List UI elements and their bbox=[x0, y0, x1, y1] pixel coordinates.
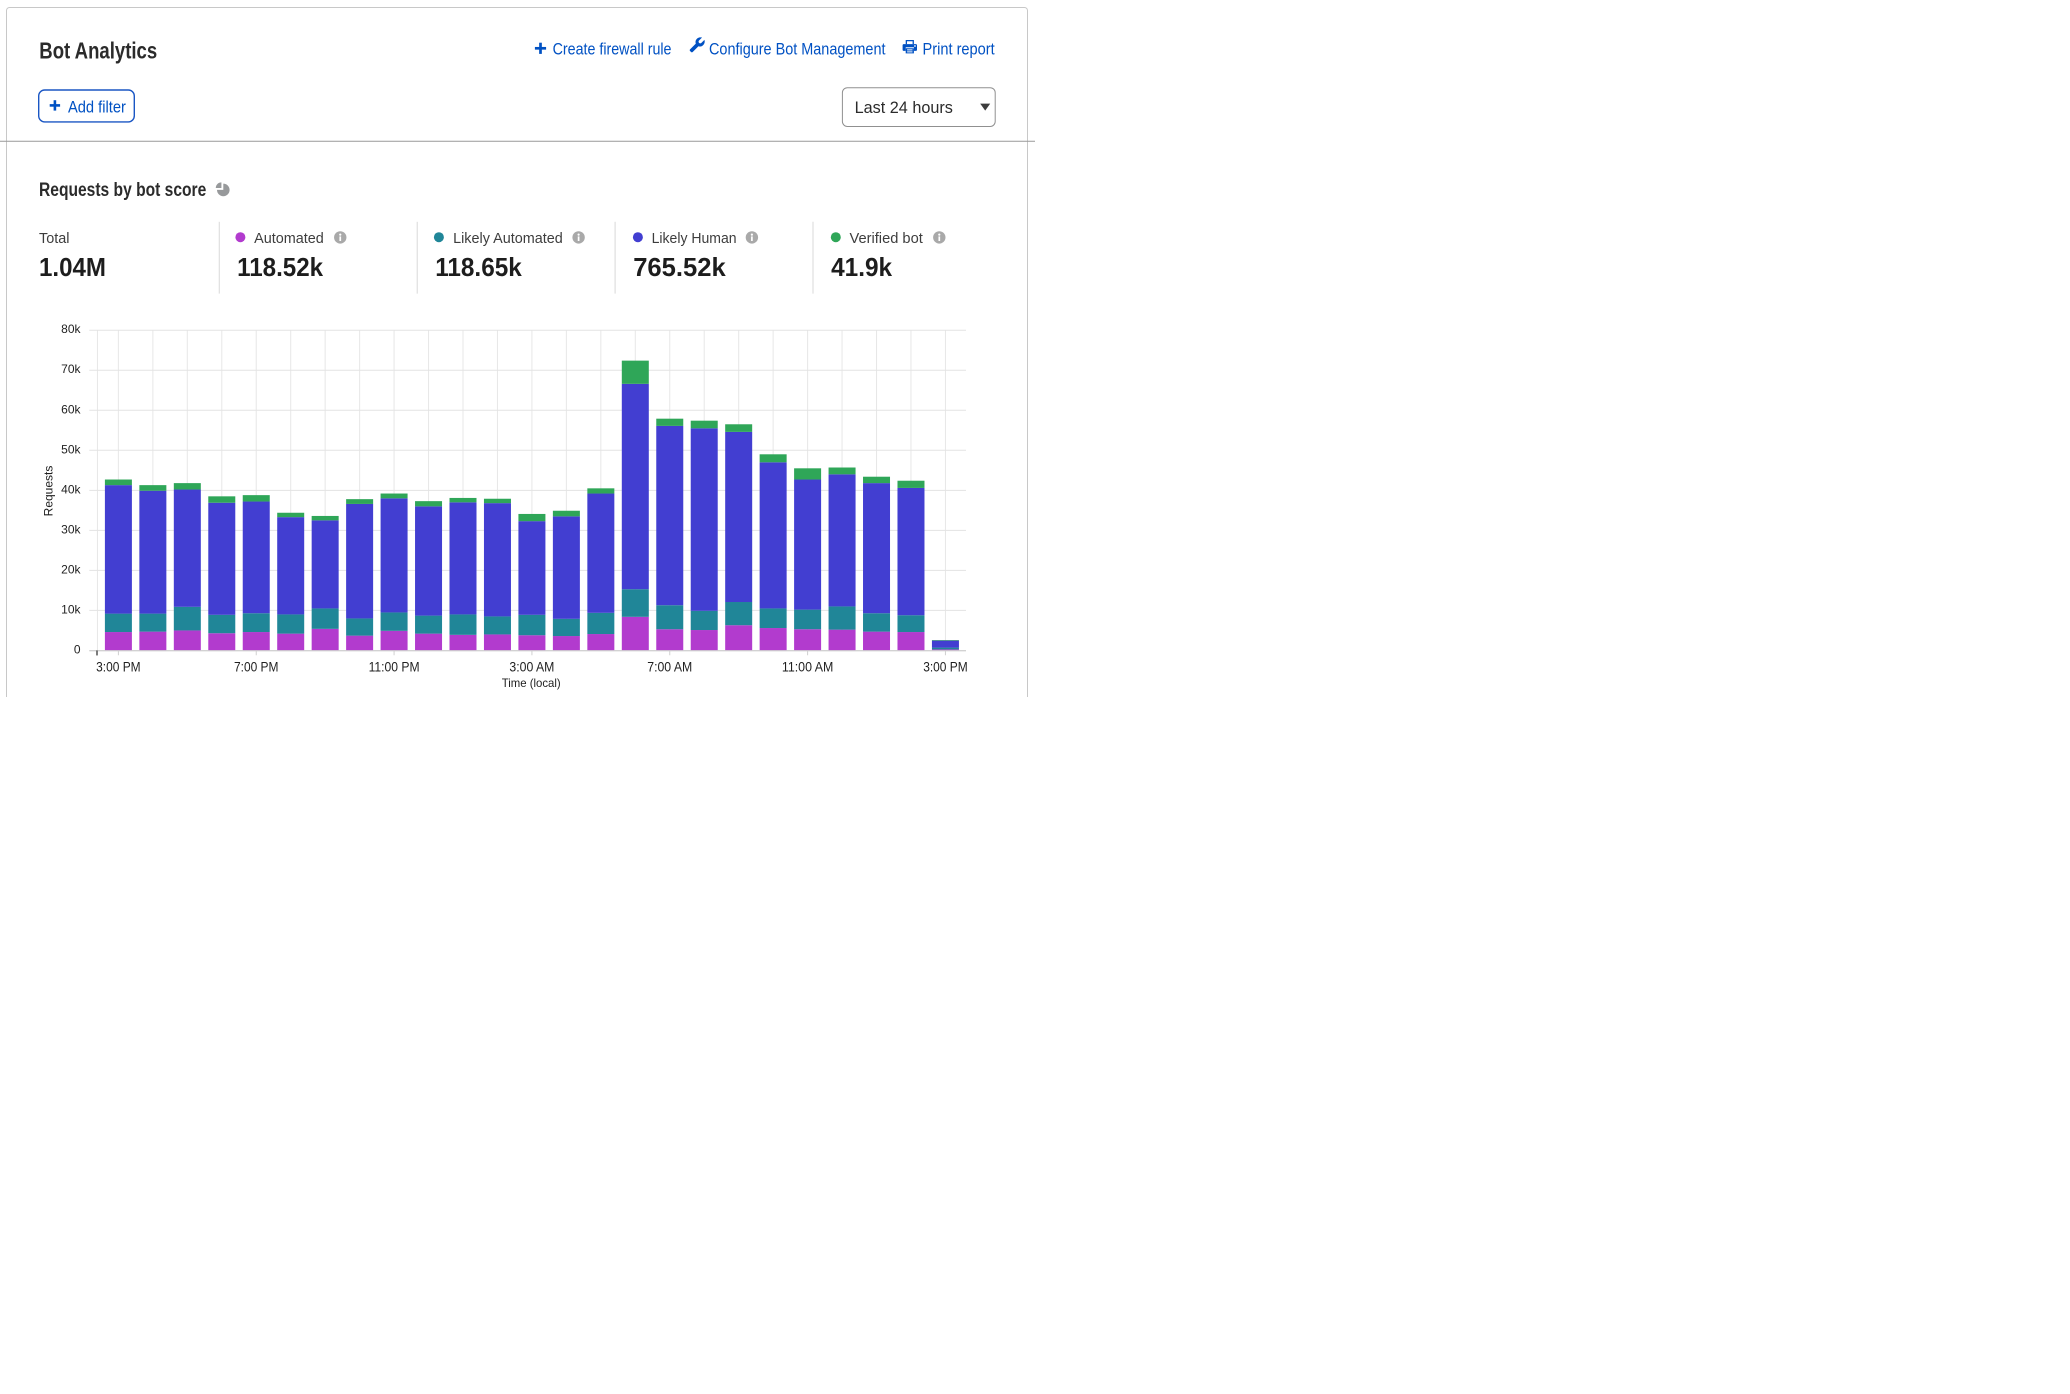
svg-text:Configure Bot Management: Configure Bot Management bbox=[709, 39, 886, 58]
svg-text:3:00 PM: 3:00 PM bbox=[923, 658, 968, 674]
svg-text:Print report: Print report bbox=[923, 39, 995, 58]
svg-text:Requests: Requests bbox=[41, 466, 55, 517]
svg-text:Likely Human: Likely Human bbox=[652, 230, 737, 247]
svg-text:20k: 20k bbox=[61, 562, 81, 576]
svg-text:Bot Analytics: Bot Analytics bbox=[39, 37, 157, 63]
svg-text:10k: 10k bbox=[61, 602, 81, 616]
svg-text:3:00 AM: 3:00 AM bbox=[509, 658, 554, 674]
svg-text:30k: 30k bbox=[61, 522, 81, 536]
svg-text:41.9k: 41.9k bbox=[831, 252, 892, 282]
svg-text:11:00 PM: 11:00 PM bbox=[369, 658, 420, 674]
svg-text:118.65k: 118.65k bbox=[435, 252, 522, 282]
svg-text:40k: 40k bbox=[61, 482, 81, 496]
svg-text:765.52k: 765.52k bbox=[633, 252, 726, 282]
svg-text:70k: 70k bbox=[61, 362, 81, 376]
svg-text:7:00 AM: 7:00 AM bbox=[647, 658, 692, 674]
svg-text:7:00 PM: 7:00 PM bbox=[234, 658, 279, 674]
svg-text:Likely Automated: Likely Automated bbox=[453, 230, 563, 247]
svg-text:1.04M: 1.04M bbox=[39, 252, 106, 282]
svg-text:Automated: Automated bbox=[254, 230, 324, 247]
svg-text:0: 0 bbox=[74, 642, 81, 656]
svg-text:Create firewall rule: Create firewall rule bbox=[553, 39, 672, 58]
svg-text:Add filter: Add filter bbox=[68, 98, 126, 117]
svg-text:80k: 80k bbox=[61, 322, 81, 336]
svg-text:60k: 60k bbox=[61, 402, 81, 416]
svg-text:Last 24 hours: Last 24 hours bbox=[855, 98, 953, 117]
svg-text:Total: Total bbox=[39, 230, 70, 247]
svg-text:11:00 AM: 11:00 AM bbox=[782, 658, 834, 674]
svg-text:118.52k: 118.52k bbox=[237, 252, 323, 282]
svg-text:Verified bot: Verified bot bbox=[850, 230, 924, 247]
svg-text:3:00 PM: 3:00 PM bbox=[96, 658, 141, 674]
svg-text:Requests by bot score: Requests by bot score bbox=[39, 180, 206, 201]
svg-text:50k: 50k bbox=[61, 442, 81, 456]
svg-text:Time (local): Time (local) bbox=[502, 676, 561, 690]
